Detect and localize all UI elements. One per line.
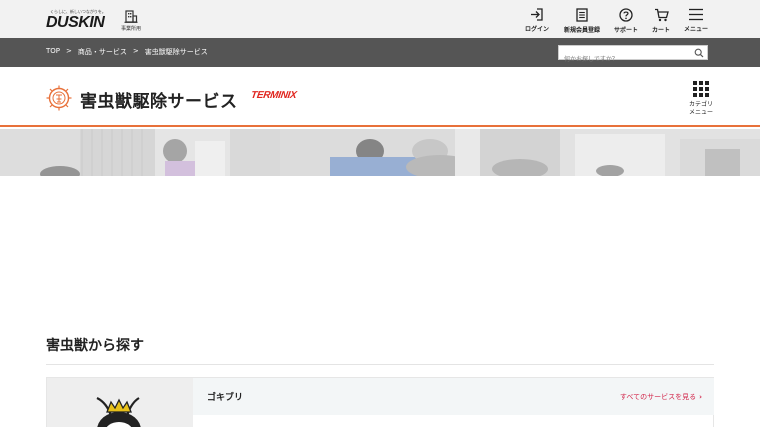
breadcrumb-item-current: 害虫獣駆除サービス (144, 48, 208, 56)
section-divider (46, 364, 714, 365)
logo-text: DUSKIN (46, 14, 105, 31)
cart-button[interactable]: カート (648, 8, 674, 34)
office-use-link[interactable]: 事業所用 (118, 10, 144, 34)
cart-label: カート (651, 27, 670, 34)
register-label: 新規会員登録 (563, 27, 600, 34)
menu-label: メニュー (683, 26, 708, 33)
pest-card-header: ゴキブリ すべてのサービスを見る › (193, 378, 714, 415)
building-icon (124, 10, 138, 23)
view-all-services-label: すべてのサービスを見る (619, 393, 697, 401)
support-label: サポート (613, 27, 638, 34)
cart-icon (654, 8, 669, 22)
breadcrumb-separator: > (132, 47, 139, 55)
cockroach-illustration (47, 378, 193, 427)
chevron-right-icon: › (699, 393, 702, 401)
help-circle-icon (619, 8, 633, 22)
breadcrumb-separator: > (66, 47, 72, 55)
grid-icon (693, 81, 709, 97)
login-button[interactable]: ログイン (522, 8, 552, 34)
pest-control-emblem-icon (46, 85, 72, 111)
hamburger-menu-icon (689, 8, 703, 21)
pest-card-cockroach[interactable]: ゴキブリ すべてのサービスを見る › (46, 377, 714, 427)
duskin-logo[interactable]: くらしに、新しいつながりを。 DUSKIN (46, 9, 108, 33)
login-icon (531, 8, 543, 21)
banner-overlay (0, 129, 760, 176)
breadcrumb: TOP > 商品・サービス > 害虫獣駆除サービス (46, 47, 208, 57)
office-use-label: 事業所用 (120, 26, 141, 32)
category-menu-button[interactable]: カテゴリ メニュー (686, 81, 716, 117)
breadcrumb-item-top[interactable]: TOP (46, 47, 60, 57)
search-icon[interactable] (694, 48, 704, 58)
site-header: くらしに、新しいつながりを。 DUSKIN 事業所用 ログイン 新規会員登録 サ… (0, 0, 760, 38)
search-input[interactable] (559, 53, 687, 66)
login-label: ログイン (524, 26, 549, 33)
page-title: 害虫獣駆除サービス (80, 92, 238, 112)
register-button[interactable]: 新規会員登録 (560, 8, 604, 34)
hero-banner-image (0, 129, 760, 176)
section-title: 害虫獣から探す (46, 338, 144, 354)
menu-button[interactable]: メニュー (682, 8, 710, 34)
breadcrumb-item-products[interactable]: 商品・サービス (78, 47, 127, 57)
service-header: 害虫獣駆除サービス TERMINIX カテゴリ メニュー (0, 67, 760, 127)
register-form-icon (576, 8, 588, 22)
category-menu-label: カテゴリ メニュー (688, 101, 713, 116)
terminix-logo: TERMINIX (250, 90, 298, 101)
pest-name: ゴキブリ (207, 393, 244, 403)
search-box (558, 45, 708, 66)
view-all-services-link[interactable]: すべてのサービスを見る › (620, 392, 702, 402)
cockroach-character-icon (96, 397, 141, 427)
support-button[interactable]: サポート (610, 8, 642, 34)
